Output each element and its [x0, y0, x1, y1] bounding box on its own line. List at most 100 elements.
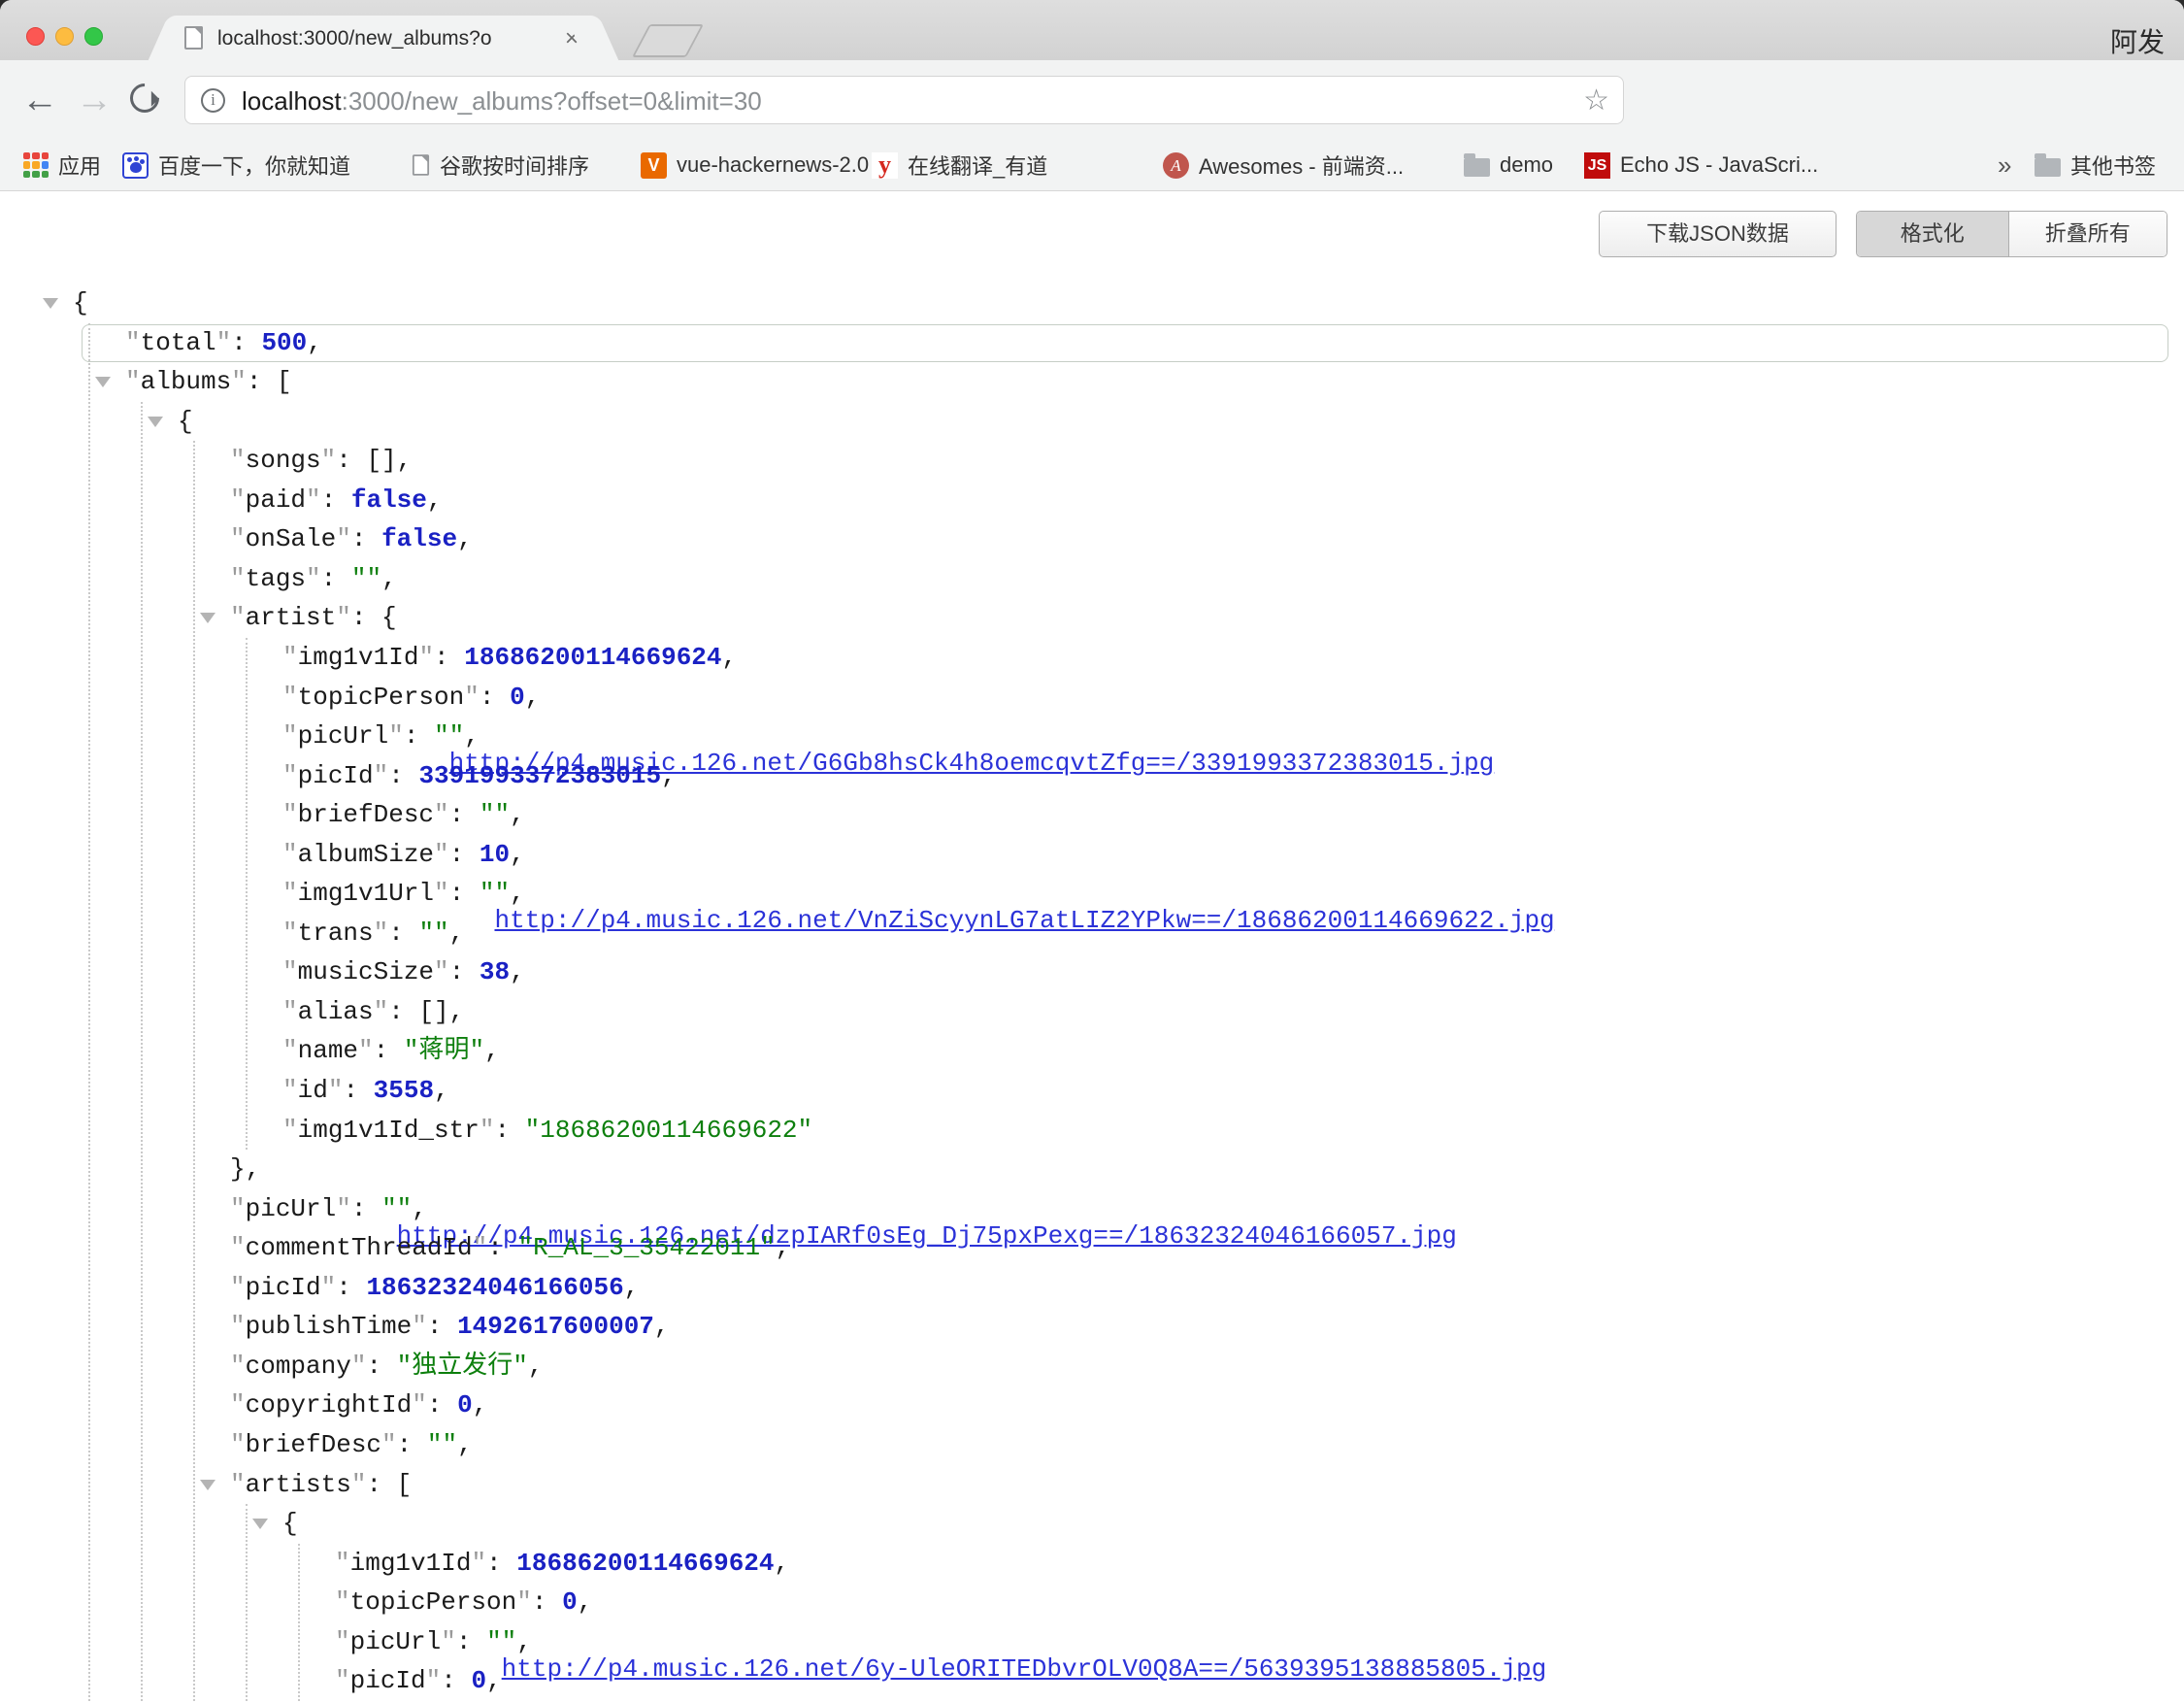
json-punctuation: : { [351, 603, 397, 632]
json-row: musicSize: 38, [0, 952, 2184, 992]
json-punctuation: : [366, 1352, 396, 1381]
browser-window: localhost:3000/new_albums?o × 阿发 ← → i l… [0, 0, 2184, 1703]
collapse-arrow-icon[interactable] [200, 613, 215, 623]
json-row: albumSize: 10, [0, 835, 2184, 875]
json-key: commentThreadId [230, 1233, 487, 1262]
string-value: "http://p4.music.126.net/dzpIARf0sEg_Dj7… [381, 1194, 412, 1223]
json-row: trans: "", [0, 914, 2184, 953]
json-punctuation: : [321, 564, 351, 593]
json-row: img1v1Url: "http://p4.music.126.net/VnZi… [0, 874, 2184, 914]
string-value: "http://p4.music.126.net/VnZiScyynLG7atL… [480, 879, 510, 908]
json-punctuation: : [449, 879, 480, 908]
json-key: musicSize [282, 957, 449, 986]
json-punctuation: : [456, 1627, 486, 1656]
json-row: paid: false, [0, 481, 2184, 520]
collapse-arrow-icon[interactable] [252, 1519, 268, 1529]
json-key: picId [282, 761, 388, 790]
json-punctuation: : [494, 1116, 524, 1145]
collapse-arrow-icon[interactable] [95, 377, 111, 387]
json-row: }, [0, 1150, 2184, 1189]
json-row: picUrl: "http://p4.music.126.net/dzpIARf… [0, 1189, 2184, 1229]
number-value: 0 [457, 1390, 473, 1419]
collapse-arrow-icon[interactable] [43, 298, 58, 309]
json-punctuation: , [484, 1036, 500, 1065]
json-row: img1v1Id: 18686200114669624, [0, 638, 2184, 678]
json-key: img1v1Id [335, 1549, 486, 1578]
json-key: topicPerson [282, 683, 480, 712]
json-punctuation: , [624, 1273, 640, 1302]
json-row: picId: 0, [0, 1661, 2184, 1701]
json-key: picId [230, 1273, 336, 1302]
string-value: "http://p4.music.126.net/G6Gb8hsCk4h8oem… [434, 721, 464, 751]
number-value: 0 [471, 1666, 486, 1695]
json-punctuation: : [449, 840, 480, 869]
number-value: 3558 [374, 1076, 434, 1105]
json-key: topicPerson [335, 1587, 532, 1617]
json-punctuation: , [473, 1390, 488, 1419]
json-row: { [0, 1504, 2184, 1544]
json-punctuation: , [525, 683, 541, 712]
json-punctuation: : [351, 524, 381, 553]
json-punctuation: , [486, 1666, 502, 1695]
json-punctuation: : [397, 1430, 427, 1459]
json-punctuation: : [343, 1076, 373, 1105]
json-punctuation: , [654, 1312, 670, 1341]
json-punctuation: , [661, 761, 677, 790]
json-punctuation: { [178, 407, 193, 436]
json-punctuation: : [388, 761, 418, 790]
json-punctuation: , [528, 1352, 544, 1381]
json-punctuation: , [412, 1194, 427, 1223]
json-row: publishTime: 1492617600007, [0, 1307, 2184, 1347]
json-row: topicPerson: 0, [0, 1583, 2184, 1622]
json-key: onSale [230, 524, 351, 553]
json-key: picUrl [230, 1194, 351, 1223]
json-key: copyrightId [230, 1390, 427, 1419]
json-punctuation: { [73, 288, 88, 317]
json-punctuation: , [449, 918, 465, 948]
json-punctuation: : [427, 1312, 457, 1341]
json-key: img1v1Id [282, 643, 434, 672]
row-highlight [82, 324, 2168, 362]
json-row: total: 500, [0, 323, 2184, 363]
json-key: img1v1Url [282, 879, 449, 908]
json-key: briefDesc [282, 800, 449, 829]
json-key: company [230, 1352, 366, 1381]
boolean-value: false [381, 524, 457, 553]
number-value: 3391993372383015 [418, 761, 661, 790]
json-key: artists [230, 1470, 366, 1499]
json-punctuation: : [487, 1233, 517, 1262]
json-row: img1v1Id: 18686200114669624, [0, 1544, 2184, 1584]
number-value: 38 [480, 957, 510, 986]
json-punctuation: : [480, 683, 510, 712]
json-punctuation: : [ [366, 1470, 412, 1499]
json-view: {total: 500,albums: [{songs: [],paid: fa… [0, 0, 2184, 1703]
json-punctuation: }, [230, 1154, 260, 1184]
json-punctuation: , [510, 800, 525, 829]
json-punctuation: , [381, 564, 397, 593]
json-punctuation: : [374, 1036, 404, 1065]
json-row: { [0, 284, 2184, 323]
number-value: 10 [480, 840, 510, 869]
json-key: name [282, 1036, 374, 1065]
string-value: "http://p4.music.126.net/6y-UleORITEDbvr… [486, 1627, 516, 1656]
json-row: picUrl: "http://p4.music.126.net/G6Gb8hs… [0, 717, 2184, 756]
json-punctuation: : [441, 1666, 471, 1695]
json-row: artists: [ [0, 1465, 2184, 1505]
json-row: img1v1Id_str: "18686200114669622" [0, 1111, 2184, 1151]
json-key: paid [230, 485, 321, 515]
json-punctuation: , [510, 879, 525, 908]
json-row: commentThreadId: "R_AL_3_35422011", [0, 1228, 2184, 1268]
number-value: 18686200114669624 [516, 1549, 774, 1578]
json-row: alias: [], [0, 992, 2184, 1032]
json-key: briefDesc [230, 1430, 397, 1459]
json-punctuation: , [776, 1233, 791, 1262]
json-punctuation: : [449, 957, 480, 986]
json-punctuation: , [427, 485, 443, 515]
collapse-arrow-icon[interactable] [200, 1480, 215, 1490]
json-punctuation: , [457, 1430, 473, 1459]
json-punctuation: : [ [247, 367, 292, 396]
json-row: copyrightId: 0, [0, 1386, 2184, 1425]
number-value: 18686200114669624 [464, 643, 721, 672]
collapse-arrow-icon[interactable] [148, 417, 163, 427]
json-punctuation: { [282, 1509, 298, 1538]
